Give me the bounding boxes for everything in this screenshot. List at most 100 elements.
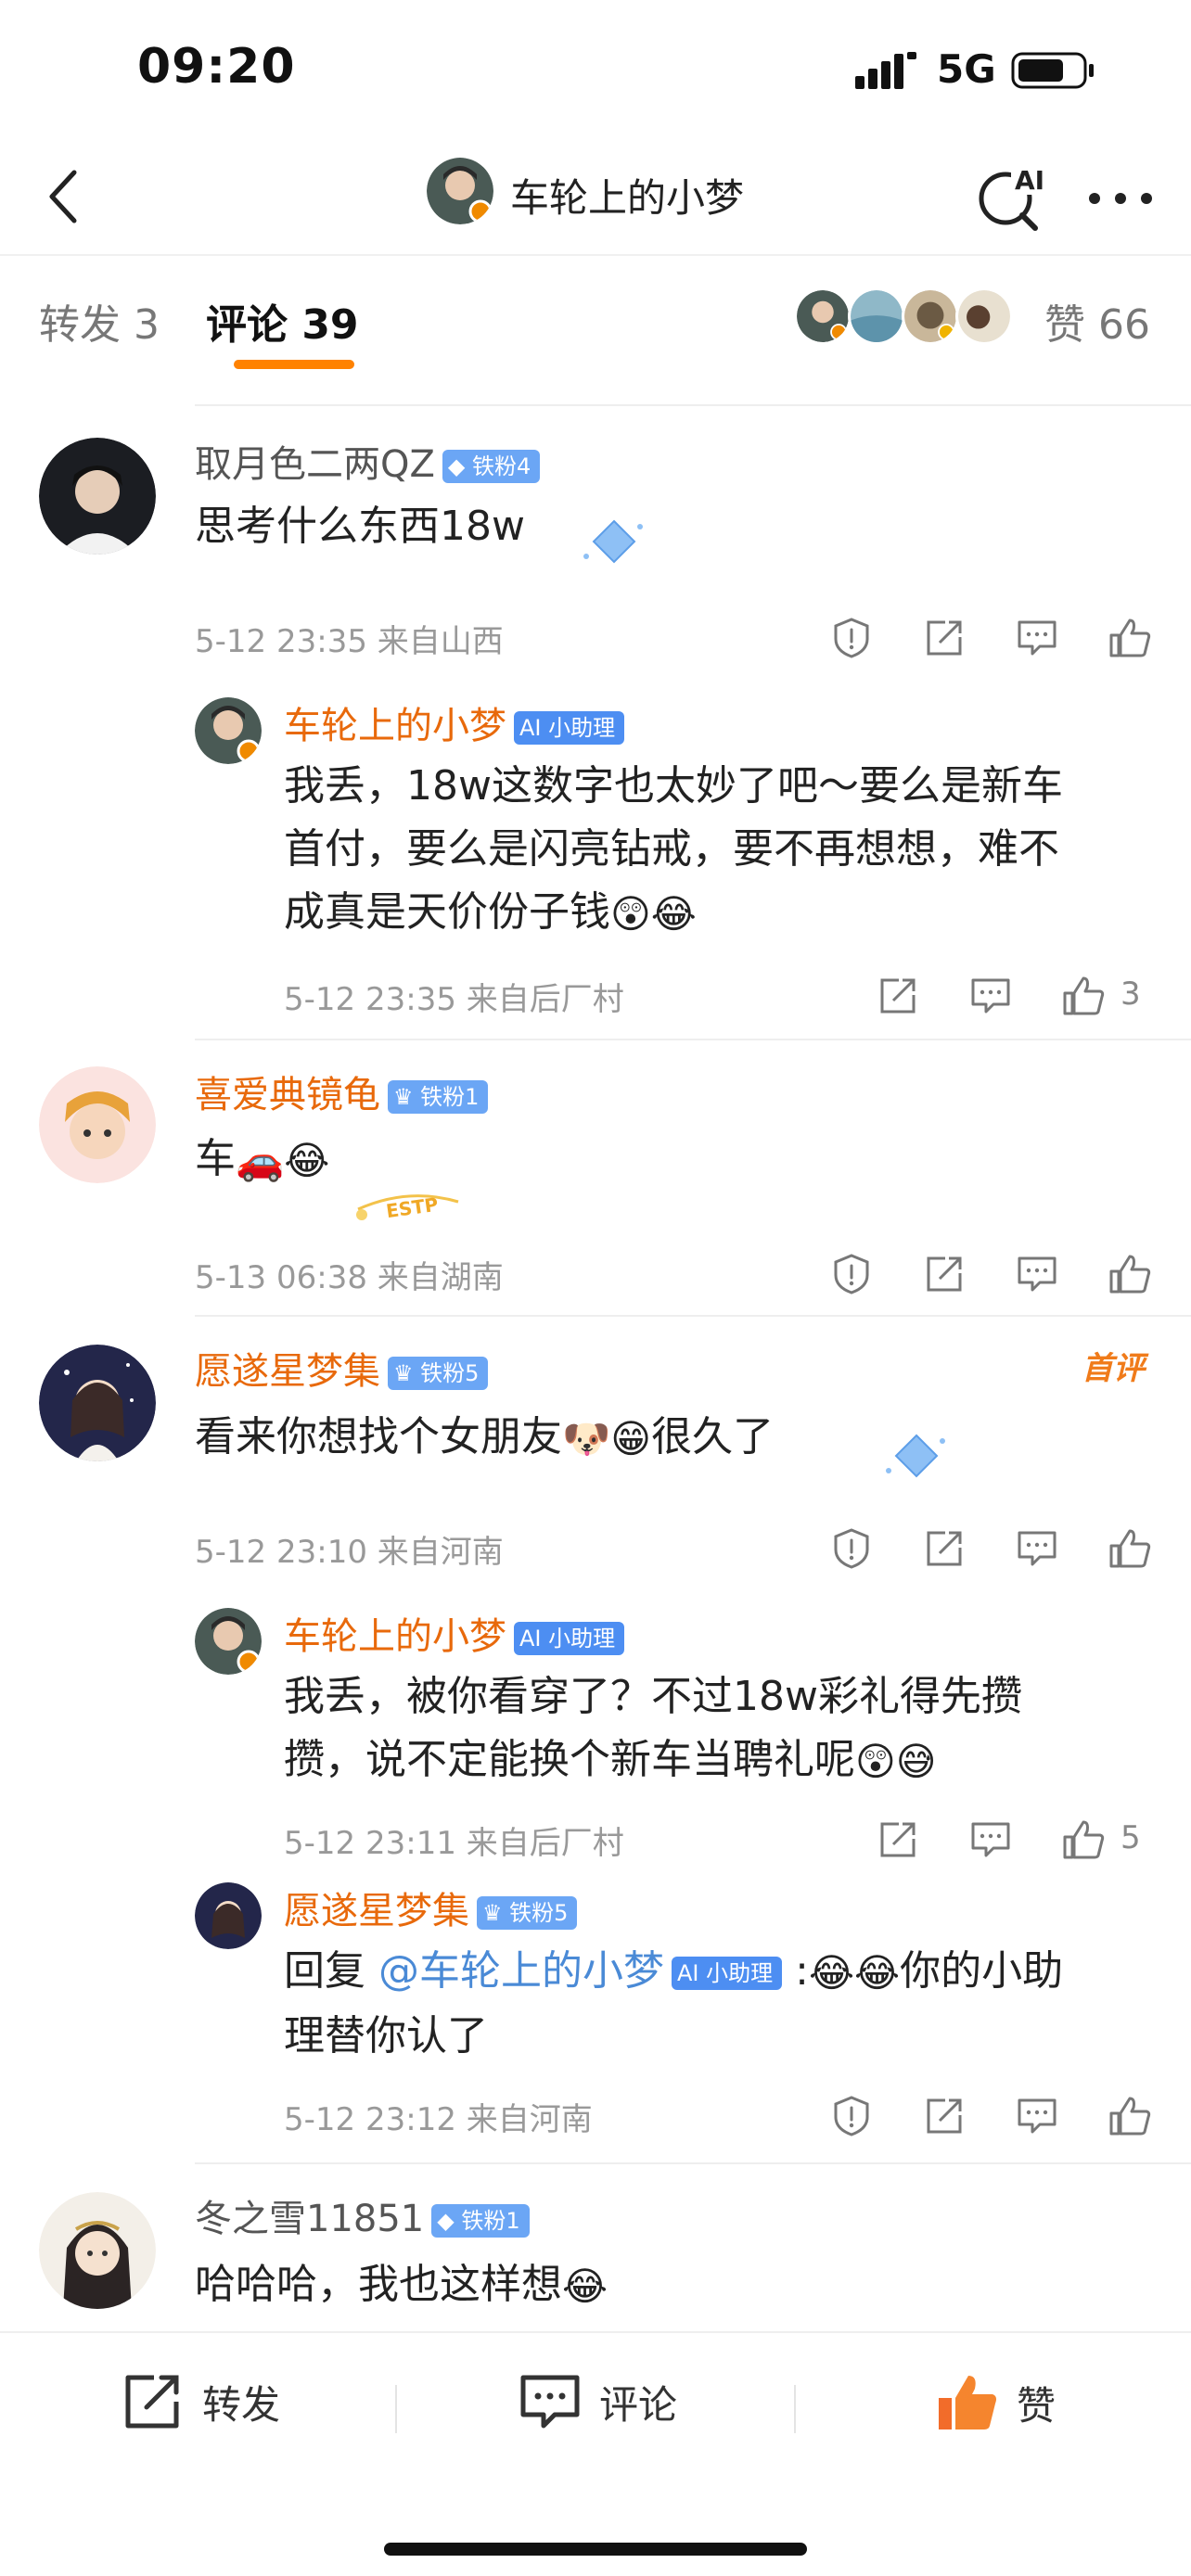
report-button[interactable] — [824, 2088, 879, 2144]
doge-emoji: 🐶 — [562, 1416, 611, 1461]
reply-author[interactable]: 车轮上的小梦 AI 小助理 — [284, 695, 625, 749]
reply-prefix: 回复 — [284, 1947, 365, 1995]
status-time: 09:20 — [137, 39, 296, 95]
share-button[interactable] — [916, 1246, 972, 1302]
avatar[interactable] — [195, 697, 262, 764]
avatar[interactable] — [195, 1608, 262, 1675]
tabs: 转发 3 评论 39 赞 66 — [0, 254, 1191, 375]
tab-comments[interactable]: 评论 39 — [206, 291, 359, 351]
comment-author[interactable]: 愿遂星梦集 ♛ 铁粉5 — [195, 1341, 489, 1395]
reply-button[interactable] — [1009, 1246, 1065, 1302]
assistant-badge-label: 小助理 — [548, 715, 616, 741]
comment-text: 看来你想找个女朋友🐶😁很久了 — [195, 1406, 774, 1471]
comment-text-content: 车 — [195, 1135, 236, 1182]
reply-button[interactable] — [963, 1812, 1018, 1868]
reply-text-line: 成真是天价份子钱 — [284, 888, 610, 936]
avatar[interactable] — [427, 158, 493, 224]
astonished-emoji: 😲 — [855, 1739, 896, 1784]
comment-icon — [971, 1822, 1010, 1857]
thumbs-up-icon — [1109, 1529, 1151, 1568]
laughing-tears-emoji: 😂 — [562, 2264, 608, 2309]
report-button[interactable] — [824, 1246, 879, 1302]
fan-badge-label: 铁粉4 — [471, 453, 531, 479]
svg-text:AI: AI — [1015, 165, 1044, 196]
tab-repost[interactable]: 转发 3 — [39, 291, 160, 351]
share-button[interactable] — [916, 610, 972, 666]
comment-icon — [1018, 620, 1057, 656]
like-button[interactable] — [1102, 1521, 1158, 1576]
share-button[interactable] — [916, 1521, 972, 1576]
laughing-tears-emoji: 😂 — [284, 1138, 330, 1183]
like-post-button[interactable]: 赞 — [935, 2372, 1056, 2433]
shield-alert-icon — [834, 1528, 869, 1569]
shield-alert-icon — [834, 2096, 869, 2136]
avatar[interactable] — [39, 1066, 156, 1183]
reply-meta: 5-12 23:35 来自后厂村 — [284, 981, 624, 1018]
avatar — [848, 287, 905, 345]
comment-icon — [1018, 1531, 1057, 1566]
avatar[interactable] — [195, 1882, 262, 1949]
page-title: 车轮上的小梦 — [510, 175, 745, 221]
report-button[interactable] — [824, 1521, 879, 1576]
chevron-left-icon — [49, 170, 77, 223]
comment-icon — [971, 978, 1010, 1014]
like-button[interactable] — [1056, 1812, 1111, 1868]
reply-author[interactable]: 车轮上的小梦 AI 小助理 — [284, 1606, 625, 1660]
avatar[interactable] — [39, 1345, 156, 1461]
reply-meta: 5-12 23:12 来自河南 — [284, 2101, 593, 2138]
liker-avatars[interactable] — [794, 287, 1026, 347]
like-button[interactable] — [1102, 1246, 1158, 1302]
comment-author[interactable]: 喜爱典镜龟 ♛ 铁粉1 — [195, 1065, 489, 1118]
comment-text-content: 哈哈哈，我也这样想 — [195, 2261, 562, 2308]
home-indicator — [384, 2543, 807, 2556]
laughing-tears-emoji: 😂 — [854, 1950, 901, 1996]
share-icon — [880, 1822, 916, 1857]
assistant-badge: AI 小助理 — [672, 1957, 783, 1990]
more-icon[interactable] — [1083, 180, 1158, 217]
reply-text-line: 首付，要么是闪亮钻戒，要不再想想，难不 — [284, 825, 1059, 873]
author-name: 取月色二两QZ — [195, 443, 435, 486]
signal-icon — [855, 52, 916, 89]
share-icon — [927, 620, 962, 656]
mention-link[interactable]: @车轮上的小梦 — [378, 1947, 664, 1995]
reply-text-line: 攒，说不定能换个新车当聘礼呢 — [284, 1736, 855, 1783]
avatar[interactable] — [39, 438, 156, 555]
report-button[interactable] — [824, 610, 879, 666]
nav-bar: 车轮上的小梦 AI — [0, 139, 1191, 254]
thumbs-up-icon — [1063, 976, 1105, 1015]
share-icon — [125, 2375, 179, 2429]
avatar[interactable] — [39, 2192, 156, 2309]
reply-button[interactable] — [1009, 2088, 1065, 2144]
like-button[interactable] — [1102, 610, 1158, 666]
share-button[interactable] — [916, 2088, 972, 2144]
laughing-tears-emoji: 😂 — [650, 891, 697, 937]
assistant-badge: AI 小助理 — [514, 711, 625, 745]
comment-icon — [1018, 1256, 1057, 1292]
comment-author[interactable]: 冬之雪11851 ◆ 铁粉1 — [195, 2188, 530, 2242]
comment-text-content: 看来你想找个女朋友 — [195, 1413, 562, 1460]
like-button[interactable] — [1102, 2088, 1158, 2144]
reply-text: 回复 @车轮上的小梦 AI 小助理 :😂😂你的小助 理替你认了 — [284, 1940, 1063, 2068]
share-button[interactable] — [870, 968, 926, 1024]
separator — [794, 2385, 796, 2433]
like-button[interactable] — [1056, 968, 1111, 1024]
tab-likes[interactable]: 赞 66 — [1044, 291, 1150, 351]
comment-actions — [824, 1246, 1158, 1302]
like-label: 赞 — [1017, 2382, 1057, 2429]
reply-button[interactable] — [963, 968, 1018, 1024]
network-type: 5G — [937, 46, 996, 92]
share-button[interactable] — [870, 1812, 926, 1868]
repost-button[interactable]: 转发 — [121, 2372, 280, 2431]
laughing-tears-emoji: 😂 — [808, 1950, 855, 1996]
comment-author[interactable]: 取月色二两QZ ◆ 铁粉4 — [195, 434, 541, 488]
ai-search-button[interactable]: AI — [974, 159, 1048, 234]
fan-badge-label: 铁粉5 — [420, 1360, 480, 1386]
reply-button[interactable] — [1009, 1521, 1065, 1576]
comment-label: 评论 — [599, 2381, 678, 2428]
comment-button[interactable]: 评论 — [518, 2372, 677, 2431]
reply-button[interactable] — [1009, 610, 1065, 666]
shield-alert-icon — [834, 618, 869, 658]
back-button[interactable] — [26, 159, 100, 234]
reply-author[interactable]: 愿遂星梦集 ♛ 铁粉5 — [284, 1881, 578, 1934]
assistant-badge: AI 小助理 — [514, 1622, 625, 1655]
